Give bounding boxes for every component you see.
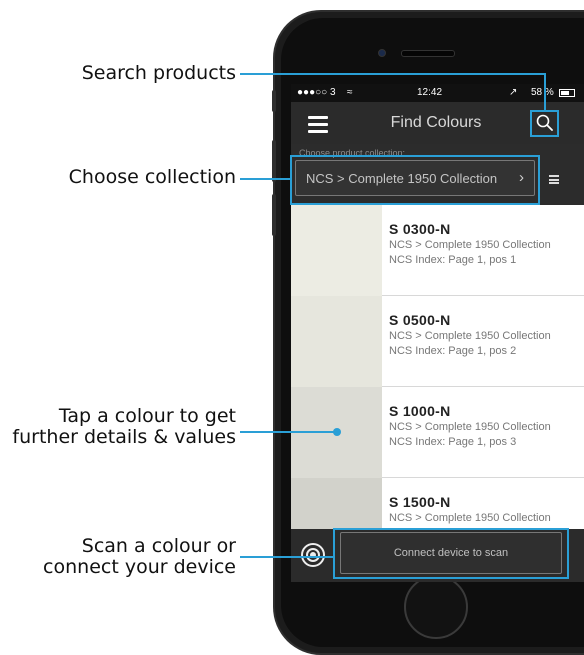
- carrier-signal: ●●●○○ 3: [297, 87, 336, 98]
- battery-percent: 58 %: [531, 87, 554, 98]
- search-highlight: [530, 110, 559, 137]
- wifi-icon: ≈: [347, 87, 353, 98]
- callout-search-products: Search products: [81, 62, 236, 84]
- collection-highlight: [290, 155, 540, 205]
- colour-swatch: [291, 205, 382, 296]
- silent-switch: [272, 90, 276, 112]
- battery-icon: [559, 89, 575, 97]
- tap-indicator-dot: [333, 428, 341, 436]
- list-view-icon[interactable]: [549, 175, 559, 184]
- colour-index: NCS Index: Page 1, pos 3: [389, 436, 517, 448]
- colour-list: S 0300-N NCS > Complete 1950 Collection …: [291, 205, 584, 569]
- colour-collection: NCS > Complete 1950 Collection: [389, 421, 551, 433]
- colour-code: S 1000-N: [389, 403, 451, 419]
- colour-collection: NCS > Complete 1950 Collection: [389, 512, 551, 524]
- colour-collection: NCS > Complete 1950 Collection: [389, 330, 551, 342]
- callout-scan-line2: connect your device: [43, 556, 236, 578]
- callout-tap-colour: Tap a colour to get further details & va…: [0, 406, 236, 448]
- connect-highlight: [333, 528, 569, 579]
- colour-index: NCS Index: Page 1, pos 1: [389, 254, 517, 266]
- bluetooth-icon: ↗: [509, 87, 518, 98]
- colour-index: NCS Index: Page 1, pos 2: [389, 345, 517, 357]
- callout-tap-line2: further details & values: [12, 426, 236, 448]
- colour-code: S 0500-N: [389, 312, 451, 328]
- colour-collection: NCS > Complete 1950 Collection: [389, 239, 551, 251]
- callout-tap-line1: Tap a colour to get: [58, 405, 236, 427]
- volume-down-button: [272, 194, 276, 236]
- connector-search-drop: [544, 73, 546, 111]
- colour-swatch: [291, 296, 382, 387]
- list-item[interactable]: S 0500-N NCS > Complete 1950 Collection …: [291, 296, 584, 387]
- camera-icon: [378, 49, 386, 57]
- callout-scan-line1: Scan a colour or: [81, 535, 236, 557]
- volume-up-button: [272, 140, 276, 182]
- hamburger-menu-icon[interactable]: [308, 116, 328, 133]
- colour-code: S 0300-N: [389, 221, 451, 237]
- connector-tap: [240, 431, 337, 433]
- connector-scan: [240, 556, 334, 558]
- list-item[interactable]: S 0300-N NCS > Complete 1950 Collection …: [291, 205, 584, 296]
- clock: 12:42: [417, 87, 443, 98]
- callout-choose-collection: Choose collection: [68, 166, 236, 188]
- page-title: Find Colours: [390, 114, 482, 131]
- home-button[interactable]: [404, 575, 468, 639]
- connector-search: [240, 73, 545, 75]
- speaker-grille: [401, 50, 455, 57]
- connector-collection: [240, 178, 291, 180]
- colour-code: S 1500-N: [389, 494, 451, 510]
- callout-scan-colour: Scan a colour or connect your device: [0, 536, 236, 578]
- status-bar: ●●●○○ 3 ≈ 12:42 ↗ 58 %: [291, 84, 584, 102]
- scan-icon[interactable]: [301, 543, 325, 567]
